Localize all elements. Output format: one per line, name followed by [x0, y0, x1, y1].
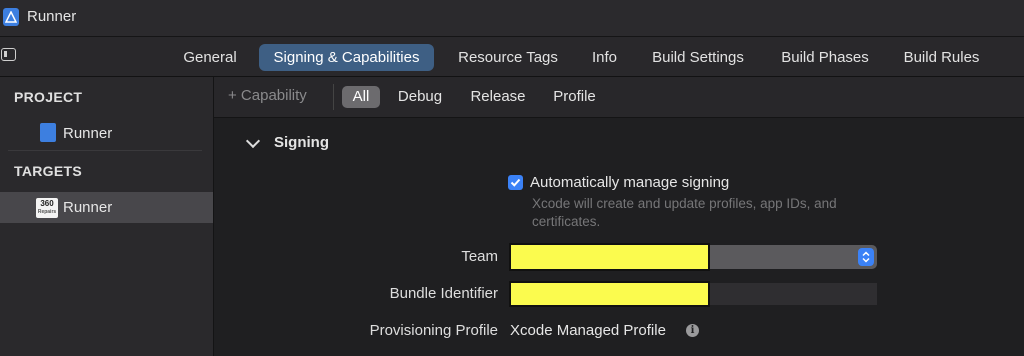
sidebar-item-target-runner[interactable]: 360 Repairs Runner — [0, 192, 213, 223]
editor-tab-bar: General Signing & Capabilities Resource … — [0, 37, 1024, 77]
toolbar-divider — [333, 84, 334, 110]
filter-all[interactable]: All — [342, 86, 380, 108]
xcode-project-icon — [40, 123, 56, 142]
filter-debug[interactable]: Debug — [391, 86, 449, 108]
team-label: Team — [461, 248, 498, 265]
signing-editor: + Capability All Debug Release Profile S… — [214, 77, 1024, 356]
sidebar-item-label: Runner — [63, 125, 113, 142]
tab-info[interactable]: Info — [583, 44, 626, 71]
tab-build-settings[interactable]: Build Settings — [642, 44, 754, 71]
signing-section-title[interactable]: Signing — [274, 134, 329, 151]
provisioning-profile-value: Xcode Managed Profile — [510, 322, 666, 339]
project-navigator: PROJECT Runner TARGETS 360 Repairs Runne… — [0, 77, 214, 356]
project-section-header: PROJECT — [14, 89, 83, 105]
sidebar-divider — [8, 150, 202, 151]
sidebar-item-label: Runner — [63, 199, 113, 216]
window-title: Runner — [27, 8, 77, 25]
app-icon-text: 360 — [40, 199, 54, 208]
xcode-project-icon — [3, 8, 19, 26]
bundle-identifier-label: Bundle Identifier — [389, 285, 498, 302]
tab-build-rules[interactable]: Build Rules — [895, 44, 988, 71]
bundle-identifier-redacted — [511, 283, 708, 305]
team-popup[interactable] — [510, 245, 877, 269]
chevron-updown-icon[interactable] — [858, 248, 874, 266]
bundle-identifier-field[interactable] — [510, 283, 877, 305]
provisioning-profile-label: Provisioning Profile — [369, 322, 498, 339]
add-capability-button[interactable]: + Capability — [228, 87, 307, 104]
tab-build-phases[interactable]: Build Phases — [771, 44, 879, 71]
team-value-redacted — [511, 245, 708, 269]
targets-section-header: TARGETS — [14, 163, 82, 179]
auto-manage-signing-label[interactable]: Automatically manage signing — [530, 174, 729, 191]
chevron-down-icon[interactable] — [245, 133, 261, 149]
sidebar-item-project-runner[interactable]: Runner — [0, 118, 213, 149]
tab-general[interactable]: General — [175, 44, 245, 71]
title-bar: Runner — [0, 0, 1024, 37]
info-icon[interactable]: i — [686, 324, 699, 337]
sidebar-toggle-icon[interactable] — [1, 48, 16, 61]
auto-manage-signing-checkbox[interactable] — [508, 175, 523, 190]
tab-signing-capabilities[interactable]: Signing & Capabilities — [259, 44, 434, 71]
app-icon-subtext: Repairs — [37, 209, 57, 215]
tab-resource-tags[interactable]: Resource Tags — [449, 44, 567, 71]
filter-profile[interactable]: Profile — [547, 86, 602, 108]
app-target-icon: 360 Repairs — [36, 198, 58, 218]
capability-toolbar: + Capability All Debug Release Profile — [214, 77, 1024, 118]
filter-release[interactable]: Release — [464, 86, 532, 108]
auto-manage-signing-help: Xcode will create and update profiles, a… — [532, 196, 837, 229]
